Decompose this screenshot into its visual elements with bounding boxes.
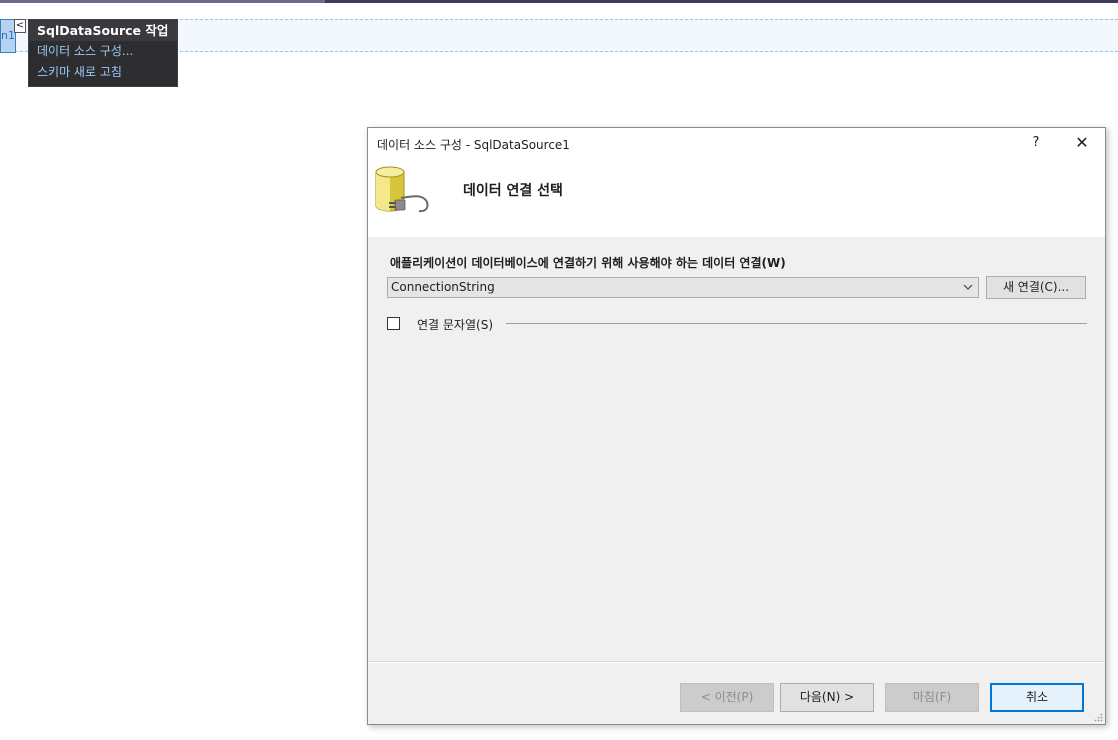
- group-divider: [506, 323, 1087, 324]
- control-tag-text: n1: [1, 29, 15, 42]
- close-icon: ✕: [1075, 133, 1089, 152]
- dialog-title: 데이터 소스 구성 - SqlDataSource1: [377, 138, 570, 152]
- chevron-left-icon: <: [15, 20, 25, 31]
- cancel-button[interactable]: 취소: [990, 683, 1084, 712]
- dialog-heading: 데이터 연결 선택: [463, 183, 563, 199]
- configure-data-source-dialog: 데이터 소스 구성 - SqlDataSource1 ? ✕ 데이터 연결 선택…: [367, 127, 1106, 725]
- help-icon: ?: [1032, 135, 1040, 150]
- designer-top-strip-accent: [0, 0, 325, 3]
- dialog-titlebar[interactable]: 데이터 소스 구성 - SqlDataSource1 ? ✕: [368, 128, 1105, 158]
- connection-select[interactable]: ConnectionString: [387, 277, 979, 298]
- tasks-panel: SqlDataSource 작업 데이터 소스 구성... 스키마 새로 고침: [28, 19, 178, 87]
- dialog-banner: 데이터 연결 선택: [368, 158, 1105, 237]
- connection-string-label[interactable]: 연결 문자열(S): [417, 316, 493, 333]
- connection-string-checkbox[interactable]: [387, 317, 400, 330]
- next-button[interactable]: 다음(N) >: [780, 683, 874, 712]
- database-plug-icon: [375, 166, 429, 213]
- tasks-panel-title: SqlDataSource 작업: [29, 20, 177, 41]
- new-connection-button[interactable]: 새 연결(C)...: [986, 276, 1086, 299]
- smart-tag-button[interactable]: <: [14, 19, 26, 33]
- resize-grip-icon[interactable]: [1093, 712, 1103, 722]
- finish-button[interactable]: 마침(F): [885, 683, 979, 712]
- footer-separator: [368, 661, 1105, 663]
- connection-prompt-label: 애플리케이션이 데이터베이스에 연결하기 위해 사용해야 하는 데이터 연결(W…: [390, 256, 786, 270]
- previous-button[interactable]: < 이전(P): [680, 683, 774, 712]
- configure-data-source-link[interactable]: 데이터 소스 구성...: [29, 41, 177, 62]
- help-button[interactable]: ?: [1024, 132, 1048, 154]
- chevron-down-icon: [963, 284, 973, 290]
- refresh-schema-link[interactable]: 스키마 새로 고침: [29, 62, 177, 83]
- connection-select-value: ConnectionString: [391, 280, 495, 294]
- close-button[interactable]: ✕: [1068, 132, 1096, 154]
